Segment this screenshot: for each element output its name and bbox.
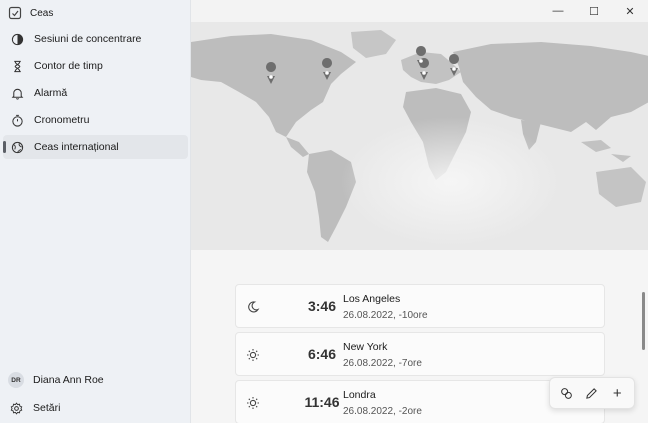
sidebar-item-timer[interactable]: Contor de timp	[3, 54, 188, 78]
sidebar-item-label: Contor de timp	[34, 60, 103, 72]
bell-icon	[11, 88, 24, 100]
clock-offset: 26.08.2022, -7ore	[343, 358, 422, 369]
clock-city: Londra	[343, 389, 376, 401]
clock-offset: 26.08.2022, -10ore	[343, 310, 428, 321]
clock-city: Los Angeles	[343, 293, 401, 305]
focus-icon	[11, 33, 24, 45]
maximize-button[interactable]: ☐	[576, 0, 612, 22]
hourglass-icon	[14, 60, 21, 72]
settings-button[interactable]: Setări	[10, 399, 60, 417]
sun-icon	[247, 397, 259, 409]
user-name: Diana Ann Roe	[33, 374, 104, 386]
sidebar-item-label: Alarmă	[34, 87, 68, 99]
globe-icon	[11, 141, 24, 153]
sidebar-item-label: Sesiuni de concentrare	[34, 33, 142, 45]
sidebar-item-label: Ceas internațional	[34, 141, 119, 153]
world-map	[191, 22, 648, 250]
gear-icon	[10, 401, 23, 415]
sidebar-item-label: Cronometru	[34, 114, 90, 126]
window-controls: — ☐ ✕	[528, 0, 648, 22]
close-button[interactable]: ✕	[612, 0, 648, 22]
sidebar: Ceas Sesiuni de concentrare Contor de ti…	[0, 0, 190, 423]
clock-city: New York	[343, 341, 388, 353]
moon-icon	[248, 301, 260, 313]
clock-card-new-york[interactable]: 6:46 New York 26.08.2022, -7ore	[235, 332, 605, 376]
settings-label: Setări	[33, 402, 61, 414]
clock-offset: 26.08.2022, -2ore	[343, 406, 422, 417]
app-title: Ceas	[30, 7, 54, 19]
sidebar-item-stopwatch[interactable]: Cronometru	[3, 108, 188, 132]
minimize-button[interactable]: —	[540, 0, 576, 22]
app-title-bar: Ceas	[8, 4, 53, 22]
pencil-icon	[586, 387, 598, 399]
add-clock-button[interactable]: +	[606, 382, 628, 404]
sidebar-item-world-clock[interactable]: Ceas internațional	[3, 135, 188, 159]
clock-card-los-angeles[interactable]: 3:46 Los Angeles 26.08.2022, -10ore	[235, 284, 605, 328]
compare-icon	[561, 387, 572, 399]
sidebar-item-alarm[interactable]: Alarmă	[3, 81, 188, 105]
avatar: DR	[8, 372, 24, 388]
clock-toolbar: +	[549, 377, 635, 409]
sidebar-nav: Sesiuni de concentrare Contor de timp Al…	[3, 27, 188, 162]
stopwatch-icon	[12, 114, 23, 127]
clock-app-icon	[8, 6, 22, 20]
world-map-graphic	[191, 22, 648, 250]
user-account[interactable]: DR Diana Ann Roe	[8, 370, 104, 390]
edit-button[interactable]	[581, 382, 603, 404]
compare-button[interactable]	[556, 382, 578, 404]
sidebar-item-focus-sessions[interactable]: Sesiuni de concentrare	[3, 27, 188, 51]
scrollbar[interactable]	[642, 292, 645, 350]
main-content: — ☐ ✕ 3:46 Los Angeles 26.08.2022, -10or…	[190, 0, 648, 423]
sun-icon	[247, 349, 259, 361]
